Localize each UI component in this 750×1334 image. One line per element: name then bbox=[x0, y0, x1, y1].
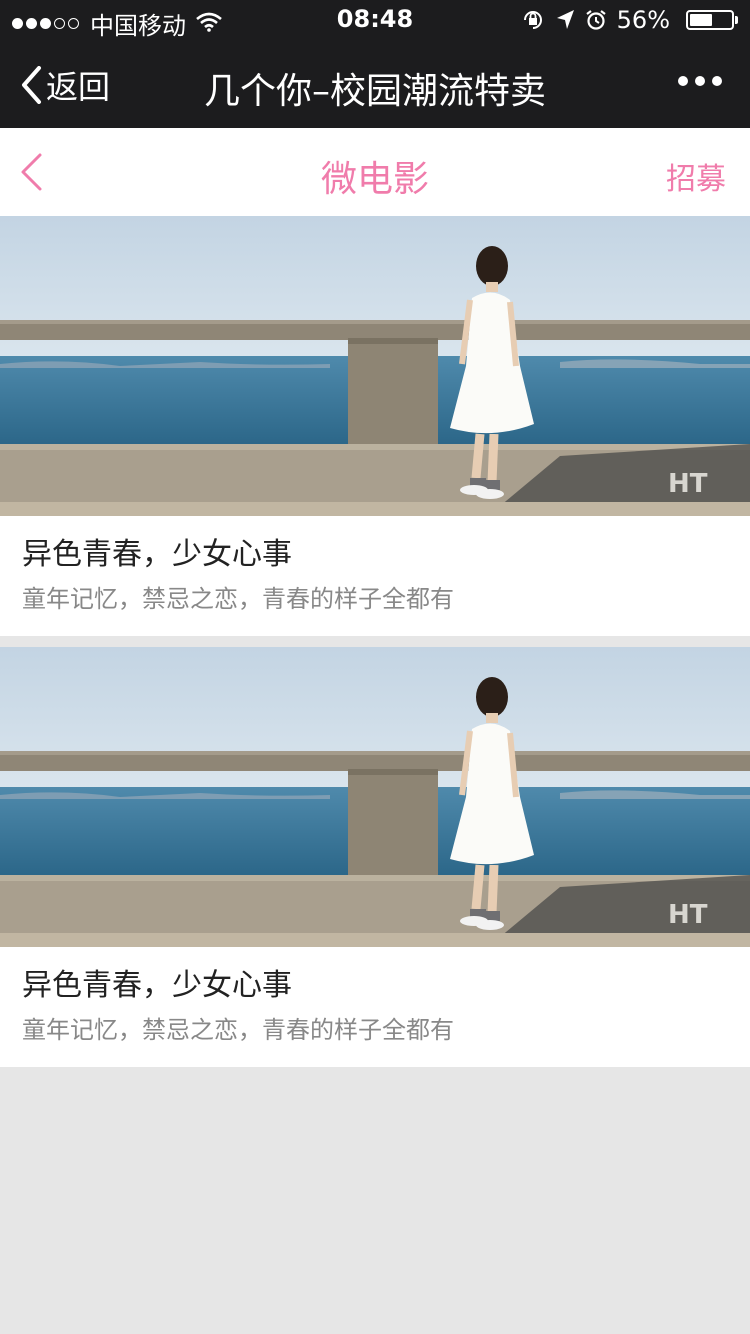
recruit-button[interactable]: 招募 bbox=[666, 154, 726, 198]
more-icon bbox=[678, 76, 688, 86]
video-card[interactable]: HT 异色青春，少女心事 童年记忆，禁忌之恋，青春的样子全都有 bbox=[0, 647, 750, 1067]
location-icon bbox=[555, 9, 575, 31]
status-bar: 中国移动 08:48 56% bbox=[0, 0, 750, 40]
svg-text:HT: HT bbox=[668, 900, 708, 930]
more-button[interactable] bbox=[671, 76, 722, 86]
wechat-nav-bar: 返回 几个你–校园潮流特卖 bbox=[0, 40, 750, 128]
battery-icon bbox=[680, 10, 738, 30]
video-card[interactable]: HT 异色青春，少女心事 童年记忆，禁忌之恋，青春的样子全都有 bbox=[0, 216, 750, 636]
video-subtitle: 童年记忆，禁忌之恋，青春的样子全都有 bbox=[22, 585, 454, 613]
battery-percentage: 56% bbox=[616, 6, 670, 34]
status-right: 56% bbox=[511, 6, 738, 34]
video-title: 异色青春，少女心事 bbox=[22, 537, 292, 572]
section-header: 微电影 招募 bbox=[0, 128, 750, 216]
alarm-icon bbox=[585, 9, 607, 31]
orientation-lock-icon bbox=[521, 8, 545, 32]
section-title: 微电影 bbox=[320, 159, 429, 200]
video-subtitle: 童年记忆，禁忌之恋，青春的样子全都有 bbox=[22, 1016, 454, 1044]
svg-text:HT: HT bbox=[668, 469, 708, 499]
page-title: 几个你–校园潮流特卖 bbox=[203, 71, 546, 112]
video-thumbnail: HT bbox=[0, 216, 750, 516]
video-thumbnail: HT bbox=[0, 647, 750, 947]
video-title: 异色青春，少女心事 bbox=[22, 968, 292, 1003]
